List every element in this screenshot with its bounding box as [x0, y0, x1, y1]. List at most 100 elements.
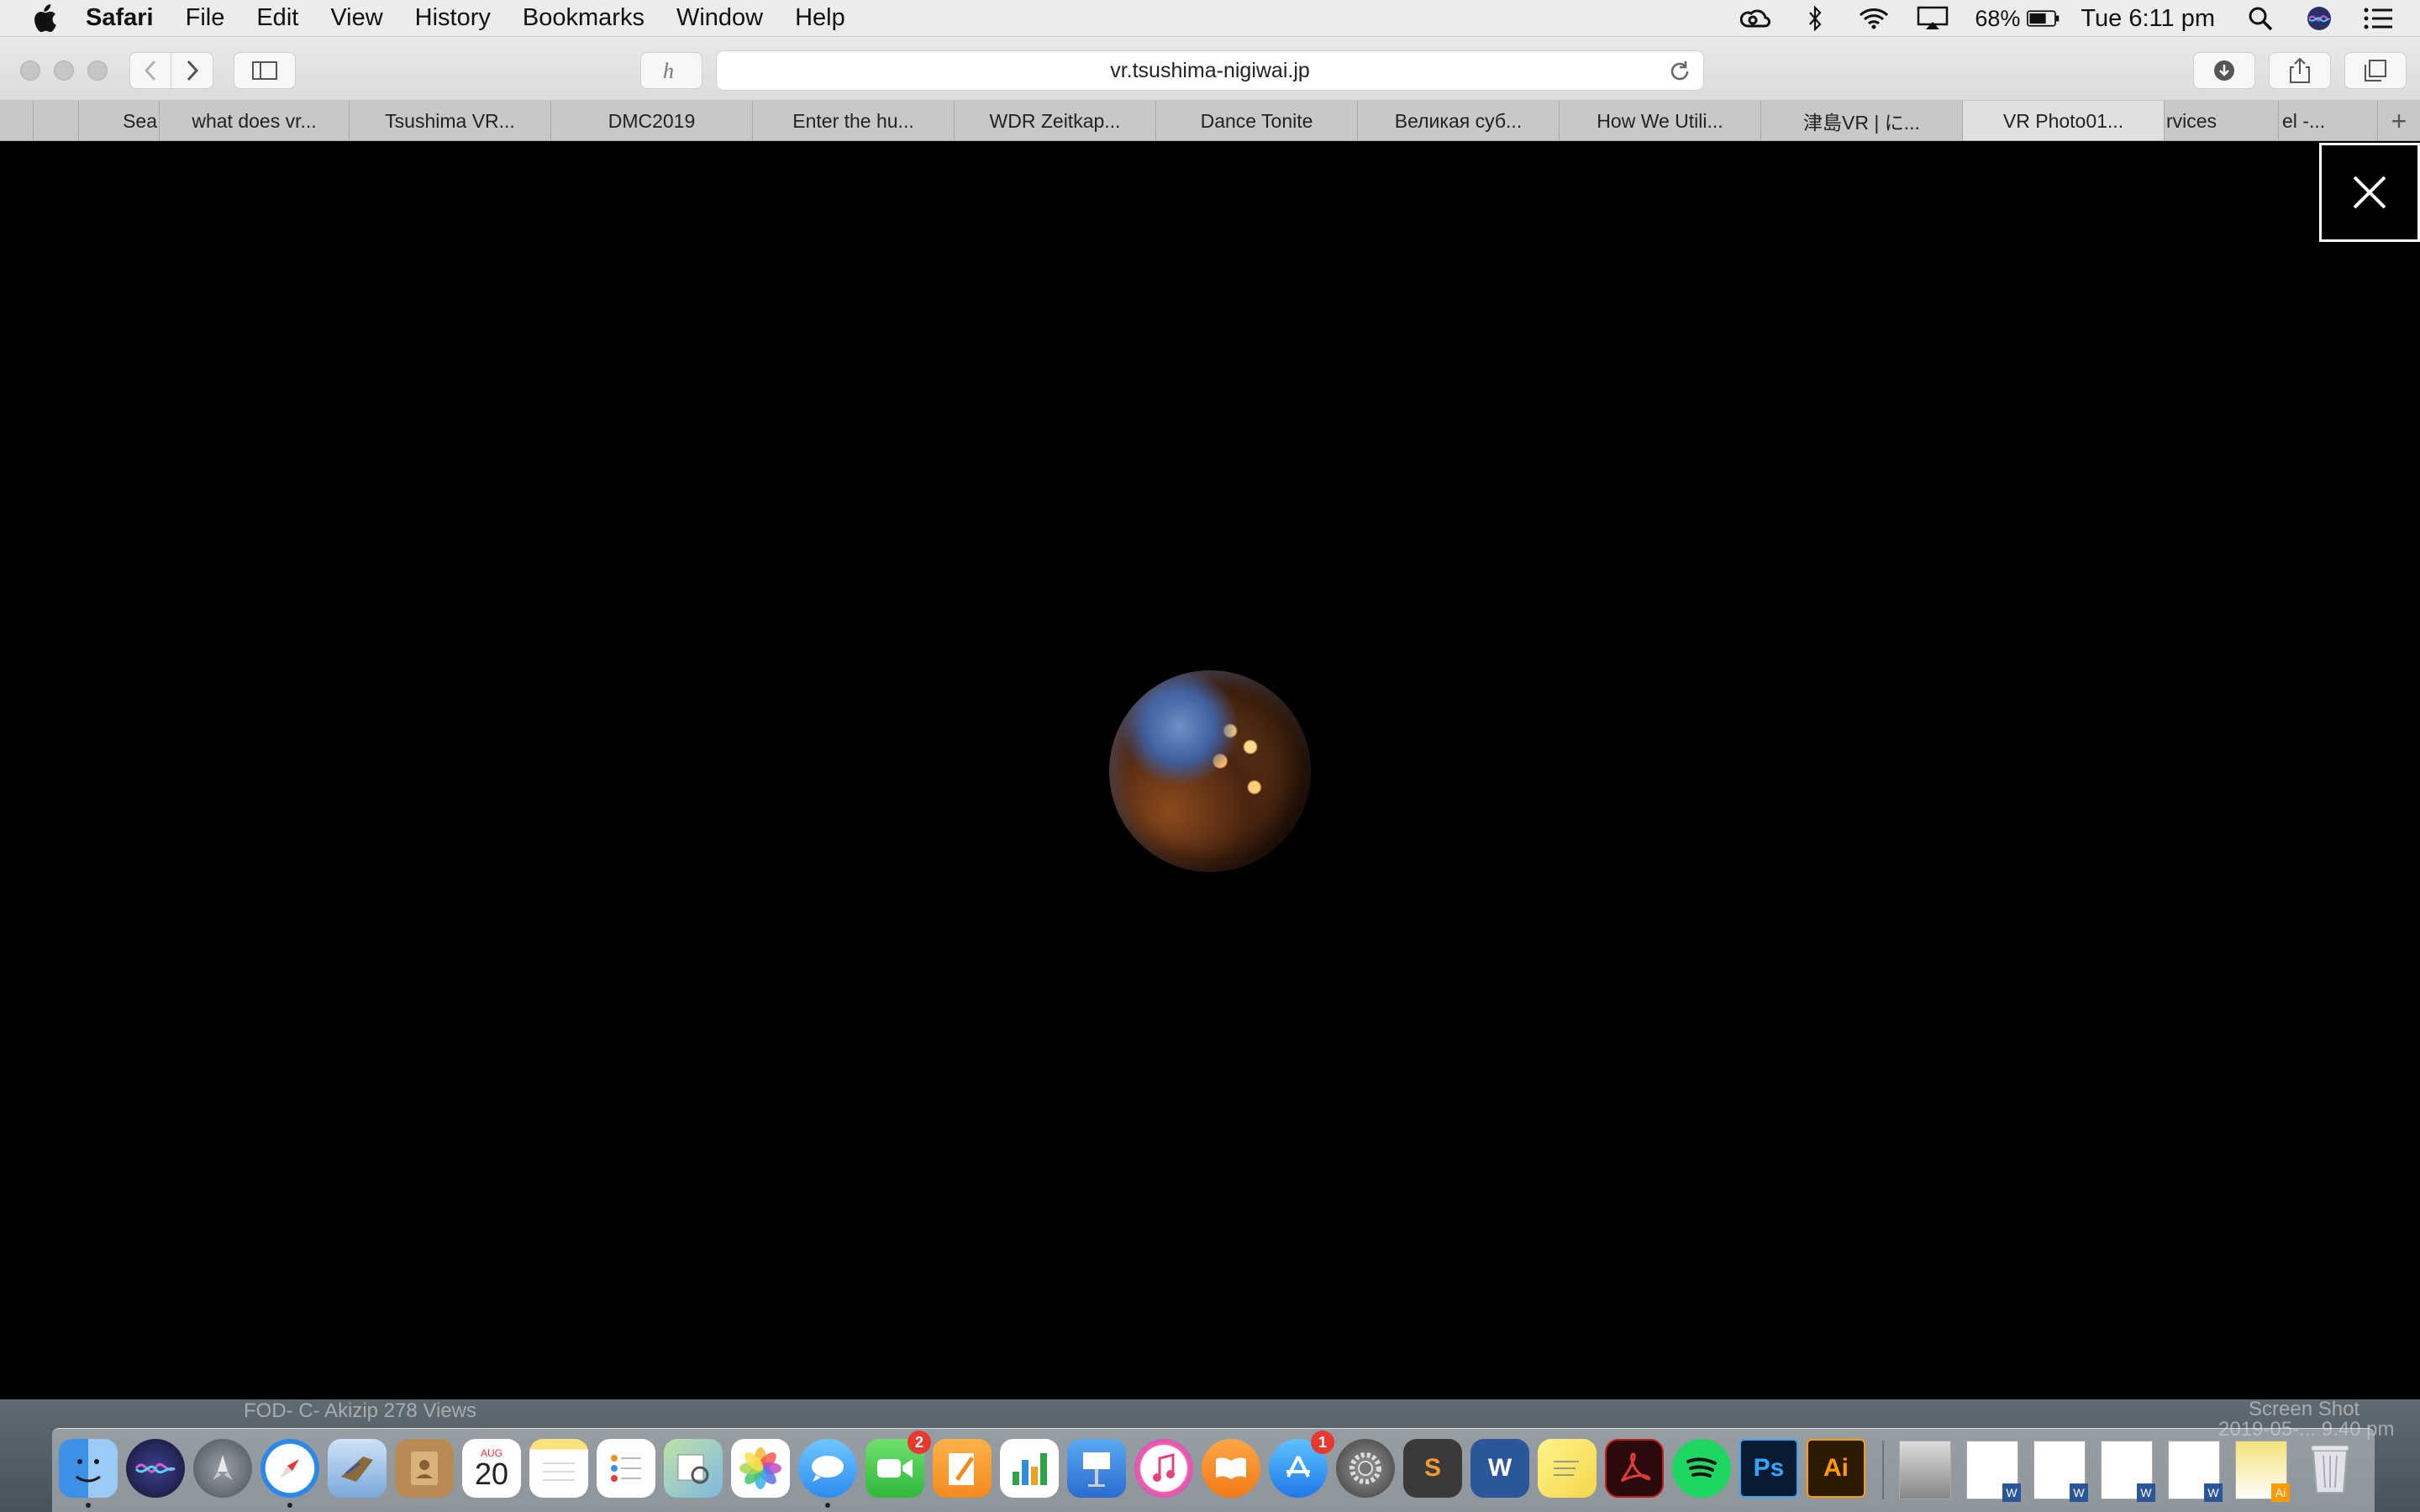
safari-toolbar: h vr.tsushima-nigiwai.jp: [0, 37, 2420, 101]
battery-icon[interactable]: [2027, 6, 2060, 31]
menu-file[interactable]: File: [186, 4, 225, 32]
tab-el[interactable]: el -...: [2279, 101, 2378, 140]
tab-label: Tsushima VR...: [385, 109, 515, 132]
window-zoom-button[interactable]: [87, 60, 108, 81]
spotlight-search-icon[interactable]: [2244, 6, 2277, 31]
facetime-icon[interactable]: 2: [865, 1431, 931, 1498]
tab-wdr-zeitkap[interactable]: WDR Zeitkap...: [955, 101, 1156, 140]
mail-icon[interactable]: [328, 1439, 387, 1498]
minimized-word-document-3[interactable]: W: [2101, 1441, 2155, 1502]
tab-what-does-vr[interactable]: what does vr...: [160, 101, 350, 140]
downloads-button[interactable]: [2193, 52, 2255, 89]
tab-tsushima-vr-jp[interactable]: 津島VR | に...: [1761, 101, 1963, 140]
trash-icon[interactable]: [2301, 1439, 2360, 1498]
menu-history[interactable]: History: [415, 4, 491, 32]
tab-vr-photo01[interactable]: VR Photo01...: [1963, 101, 2165, 140]
minimized-word-document-1[interactable]: W: [1966, 1441, 2021, 1502]
keynote-icon[interactable]: [1067, 1439, 1126, 1498]
siri-dock-icon[interactable]: [126, 1439, 185, 1498]
menu-bookmarks[interactable]: Bookmarks: [523, 4, 644, 32]
panorama-sphere-image[interactable]: [1109, 670, 1311, 872]
bluetooth-icon[interactable]: [1798, 6, 1832, 31]
airplay-icon[interactable]: [1916, 6, 1949, 31]
word-badge-icon: W: [2137, 1483, 2155, 1502]
tabs-overview-icon: [2365, 60, 2386, 81]
minimized-illustrator-document[interactable]: Ai: [2235, 1441, 2290, 1502]
wifi-icon[interactable]: [1857, 6, 1891, 31]
menu-help[interactable]: Help: [795, 4, 845, 32]
tab-bar: Sea what does vr... Tsushima VR... DMC20…: [0, 101, 2420, 141]
share-icon: [2290, 57, 2310, 83]
menu-safari[interactable]: Safari: [86, 4, 154, 32]
new-tab-button[interactable]: +: [2378, 101, 2420, 140]
illustrator-icon[interactable]: Ai: [1807, 1439, 1865, 1498]
word-icon[interactable]: W: [1470, 1439, 1529, 1498]
tab-label: Enter the hu...: [792, 109, 914, 132]
contacts-icon[interactable]: [395, 1439, 454, 1498]
tab-how-we-utili[interactable]: How We Utili...: [1560, 101, 1761, 140]
back-button[interactable]: [130, 52, 172, 89]
spotify-icon[interactable]: [1672, 1439, 1731, 1498]
vr-viewer[interactable]: [0, 141, 2420, 1399]
finder-icon[interactable]: [59, 1439, 118, 1508]
tab-overview-button[interactable]: [2344, 52, 2407, 89]
tab-tsushima-vr[interactable]: Tsushima VR...: [350, 101, 551, 140]
system-preferences-icon[interactable]: [1336, 1439, 1395, 1498]
tab-pinned-2[interactable]: [34, 101, 79, 140]
tab-label: VR Photo01...: [2002, 109, 2124, 132]
safari-dock-icon[interactable]: [260, 1439, 319, 1508]
hypothesis-extension-button[interactable]: h: [640, 52, 702, 89]
dock-separator: [1882, 1441, 1884, 1499]
notification-center-icon[interactable]: [2361, 6, 2395, 31]
launchpad-icon[interactable]: [193, 1439, 252, 1498]
reminders-icon[interactable]: [597, 1439, 655, 1498]
reload-icon[interactable]: [1668, 60, 1691, 89]
tab-label: el -...: [2282, 109, 2326, 132]
sidebar-button[interactable]: [234, 52, 296, 89]
sublime-text-icon[interactable]: S: [1403, 1439, 1462, 1498]
ibooks-icon[interactable]: [1202, 1439, 1260, 1498]
pages-icon[interactable]: [933, 1439, 992, 1498]
forward-button[interactable]: [171, 52, 213, 89]
stickies-icon[interactable]: [1538, 1439, 1597, 1498]
menu-view[interactable]: View: [330, 4, 382, 32]
minimized-word-document-4[interactable]: W: [2168, 1441, 2223, 1502]
menu-edit[interactable]: Edit: [256, 4, 298, 32]
apple-icon[interactable]: [32, 3, 57, 33]
window-minimize-button[interactable]: [54, 60, 74, 81]
acrobat-icon[interactable]: [1605, 1439, 1664, 1498]
share-button[interactable]: [2269, 52, 2331, 89]
tab-search[interactable]: Sea: [79, 101, 160, 140]
tab-enter-the-hu[interactable]: Enter the hu...: [753, 101, 955, 140]
calendar-icon[interactable]: AUG 20: [462, 1439, 521, 1498]
menubar-clock[interactable]: Tue 6:11 pm: [2081, 5, 2215, 33]
downloads-stack-thumbnail[interactable]: [1899, 1441, 1951, 1499]
menu-bar: Safari File Edit View History Bookmarks …: [0, 0, 2420, 37]
creative-cloud-icon[interactable]: [1739, 6, 1773, 31]
back-forward-group: [129, 52, 213, 89]
hypothesis-icon: h: [663, 59, 674, 83]
tab-dmc2019[interactable]: DMC2019: [551, 101, 753, 140]
minimized-word-document-2[interactable]: W: [2033, 1441, 2088, 1502]
close-viewer-button[interactable]: [2319, 143, 2420, 242]
facetime-badge: 2: [908, 1431, 931, 1454]
desktop-ghost-text: FOD- C- Akizip 278 Views: [244, 1399, 476, 1422]
notes-icon[interactable]: [529, 1439, 588, 1498]
app-store-icon[interactable]: 1: [1269, 1431, 1334, 1498]
photoshop-icon[interactable]: Ps: [1739, 1439, 1798, 1498]
menu-window[interactable]: Window: [676, 4, 763, 32]
tab-label: rvices: [2166, 109, 2217, 132]
tab-dance-tonite[interactable]: Dance Tonite: [1156, 101, 1358, 140]
tab-pinned-1[interactable]: [0, 101, 34, 140]
numbers-icon[interactable]: [1000, 1439, 1059, 1498]
tab-velikaya-sub[interactable]: Великая суб...: [1358, 101, 1560, 140]
preview-icon[interactable]: [664, 1439, 723, 1498]
chevron-right-icon: [187, 60, 198, 81]
siri-icon[interactable]: [2302, 6, 2336, 31]
messages-icon[interactable]: [798, 1439, 857, 1508]
address-bar[interactable]: vr.tsushima-nigiwai.jp: [716, 50, 1704, 91]
tab-services[interactable]: rvices: [2165, 101, 2279, 140]
itunes-icon[interactable]: [1134, 1439, 1193, 1498]
window-close-button[interactable]: [20, 60, 40, 81]
photos-icon[interactable]: [731, 1439, 790, 1498]
